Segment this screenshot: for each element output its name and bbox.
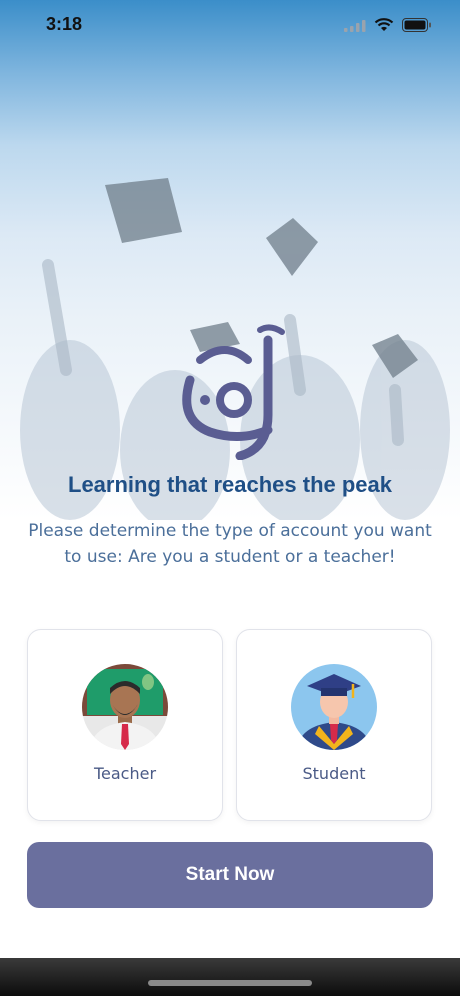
student-card[interactable]: Student	[236, 629, 432, 821]
teacher-icon	[82, 664, 168, 750]
account-type-screen: 3:18 Learning that reaches the peak Plea…	[0, 0, 460, 996]
teacher-label: Teacher	[93, 764, 157, 783]
headline: Learning that reaches the peak	[68, 472, 392, 497]
start-now-button[interactable]: Start Now	[27, 842, 433, 908]
status-time: 3:18	[46, 14, 83, 34]
student-label: Student	[302, 764, 366, 783]
bottom-bar	[0, 958, 460, 996]
account-type-prompt: Please determine the type of account you…	[28, 521, 432, 567]
signal-icon	[344, 17, 366, 36]
teacher-card[interactable]: Teacher	[27, 629, 223, 821]
battery-icon	[402, 17, 432, 36]
home-indicator[interactable]	[148, 980, 312, 986]
status-bar: 3:18	[0, 0, 460, 50]
app-logo	[170, 320, 290, 461]
student-icon	[291, 664, 377, 750]
wifi-icon	[374, 17, 394, 36]
status-icons	[344, 17, 432, 36]
